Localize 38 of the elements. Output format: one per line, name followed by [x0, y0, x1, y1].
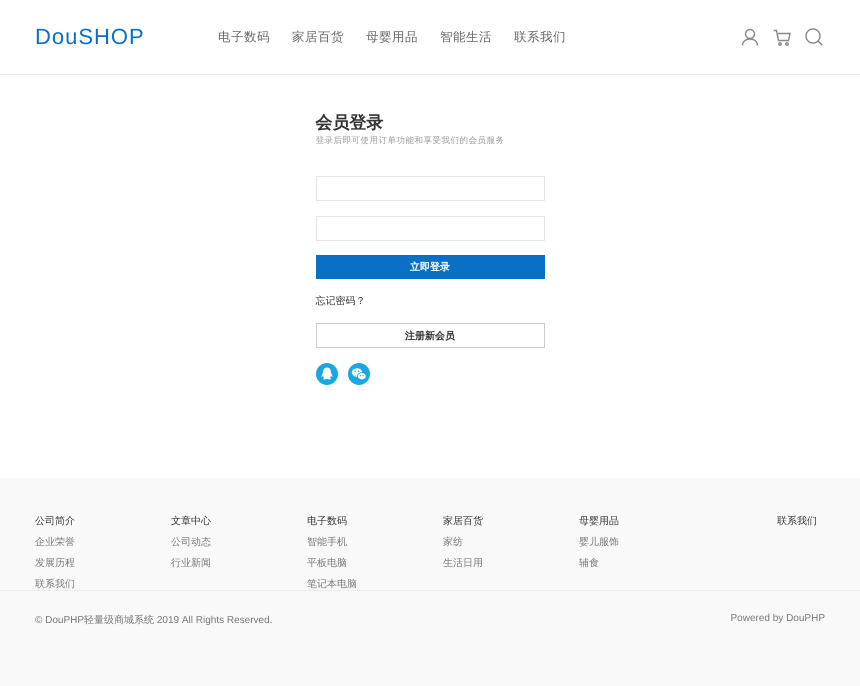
footer-link[interactable]: 平板电脑 — [307, 557, 347, 571]
footer-heading[interactable]: 联系我们 — [777, 515, 817, 583]
footer-link[interactable]: 行业新闻 — [171, 557, 211, 571]
footer-heading[interactable]: 公司简介 — [35, 515, 75, 529]
nav-link[interactable]: 智能生活 — [440, 28, 492, 46]
login-subtitle: 登录后即可使用订单功能和享受我们的会员服务 — [316, 135, 506, 147]
footer-heading[interactable]: 母婴用品 — [579, 515, 619, 529]
footer-link[interactable]: 智能手机 — [307, 536, 347, 550]
logo[interactable]: DouSHOP — [35, 24, 183, 50]
footer-heading[interactable]: 文章中心 — [171, 515, 211, 529]
footer-heading[interactable]: 电子数码 — [307, 515, 347, 529]
powered-by-text: Powered by DouPHP — [730, 613, 825, 626]
copyright-text: © DouPHP轻量级商城系统 2019 All Rights Reserved. — [35, 614, 272, 627]
footer-link[interactable]: 生活日用 — [443, 557, 483, 571]
password-field[interactable] — [316, 216, 544, 241]
nav-link[interactable]: 电子数码 — [218, 28, 270, 46]
footer-link[interactable]: 笔记本电脑 — [307, 578, 357, 592]
login-button[interactable]: 立即登录 — [316, 255, 544, 279]
nav-link[interactable]: 母婴用品 — [366, 28, 418, 46]
register-button[interactable]: 注册新会员 — [316, 323, 544, 348]
footer-link[interactable]: 辅食 — [579, 557, 599, 571]
footer-link[interactable]: 联系我们 — [35, 578, 75, 592]
footer-link[interactable]: 公司动态 — [171, 536, 211, 550]
penguin-icon[interactable] — [316, 363, 338, 385]
footer-link[interactable]: 发展历程 — [35, 557, 75, 571]
footer-link[interactable]: 家纺 — [443, 536, 463, 550]
nav-link[interactable]: 联系我们 — [514, 28, 566, 46]
footer-heading[interactable]: 家居百货 — [443, 515, 483, 529]
chat-bubbles-icon[interactable] — [348, 363, 370, 385]
footer-link[interactable]: 企业荣誉 — [35, 536, 75, 550]
forgot-password-link[interactable]: 忘记密码？ — [316, 295, 366, 309]
cart-icon[interactable] — [773, 28, 791, 46]
login-title: 会员登录 — [316, 112, 384, 135]
footer-link[interactable]: 婴儿服饰 — [579, 536, 619, 550]
nav-link[interactable]: 家居百货 — [292, 28, 344, 46]
username-field[interactable] — [316, 176, 544, 201]
user-icon[interactable] — [741, 28, 759, 46]
search-icon[interactable] — [805, 28, 823, 46]
